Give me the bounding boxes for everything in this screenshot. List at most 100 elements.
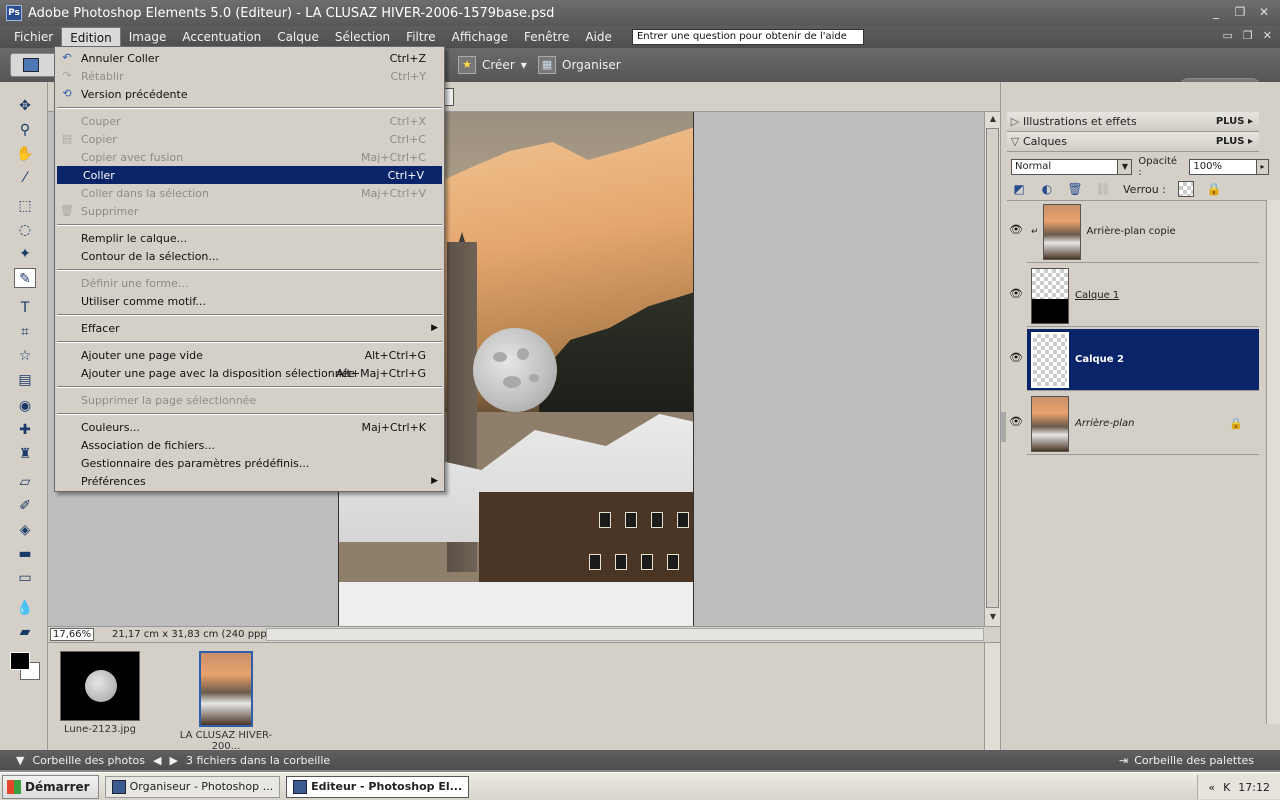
panel-collapse-handle[interactable] [1001,412,1006,442]
menu-item-contour-de-la-sélection[interactable]: Contour de la sélection... [55,247,444,265]
canvas-horizontal-scrollbar[interactable] [266,628,984,641]
canvas-vertical-scrollbar[interactable]: ▲ ▼ [984,112,1000,626]
sponge-tool-icon[interactable]: ▰ [14,622,36,642]
menu-item-ajouter-une-page-avec-la-disposition-sélectionnée[interactable]: Ajouter une page avec la disposition sél… [55,364,444,382]
menu-item-effacer[interactable]: Effacer ▶ [55,319,444,337]
layers-more-button[interactable]: PLUS ▸ [1216,136,1253,147]
blur-tool-icon[interactable]: 💧 [14,598,36,618]
taskbar-organizer[interactable]: Organiseur - Photoshop ... [104,775,281,798]
menu-image[interactable]: Image [121,27,175,47]
quick-fix-button[interactable] [10,53,58,77]
help-search-input[interactable]: Entrer une question pour obtenir de l'ai… [631,29,864,45]
organize-button[interactable]: ▦ Organiser [538,54,621,76]
healing-brush-tool-icon[interactable]: ✚ [14,420,36,440]
opacity-arrow-icon[interactable]: ▸ [1256,160,1269,174]
menu-affichage[interactable]: Affichage [444,27,516,47]
photo-bin-label[interactable]: Corbeille des photos [32,754,145,767]
layers-scrollbar[interactable] [1266,200,1280,724]
restore-icon[interactable]: ❐ [1232,4,1248,20]
visibility-eye-icon[interactable]: 👁 [1009,287,1023,301]
bin-thumbnail-clusaz[interactable]: LA CLUSAZ HIVER-200... [166,651,286,752]
brush-tool-icon[interactable]: ✐ [14,496,36,516]
layer-name: Calque 1 [1075,290,1120,301]
shape-tool-icon[interactable]: ☆ [14,346,36,366]
gradient-tool-icon[interactable]: ▬ [14,544,36,564]
magic-wand-tool-icon[interactable]: ✦ [14,244,36,264]
menu-item-coller[interactable]: Coller Ctrl+V [57,166,442,184]
bin-prev-icon[interactable]: ◀ [153,754,161,767]
zoom-field[interactable]: 17,66% [50,628,94,641]
menu-item-préférences[interactable]: Préférences ▶ [55,472,444,490]
scroll-thumb[interactable] [986,128,999,608]
layer-row[interactable]: 👁 Calque 1 [1009,265,1259,327]
menu-edition[interactable]: Edition [61,27,121,47]
layer-row[interactable]: 👁 Arrière-plan 🔒 [1009,393,1259,455]
doc-close-icon[interactable]: ✕ [1263,29,1272,42]
menu-fenetre[interactable]: Fenêtre [516,27,577,47]
keyboard-icon[interactable]: K [1223,781,1230,794]
bin-toggle-icon[interactable]: ▼ [16,754,24,767]
minimize-icon[interactable]: _ [1208,4,1224,20]
move-tool-icon[interactable]: ✥ [14,96,36,116]
adjustment-layer-icon[interactable]: ◐ [1039,181,1055,197]
crop-tool-icon[interactable]: ⌗ [14,322,36,342]
menu-filtre[interactable]: Filtre [398,27,443,47]
menu-selection[interactable]: Sélection [327,27,398,47]
menu-aide[interactable]: Aide [577,27,620,47]
menu-item-gestionnaire-des-paramètres-prédéfinis[interactable]: Gestionnaire des paramètres prédéfinis..… [55,454,444,472]
palette-bin-label[interactable]: Corbeille des palettes [1134,754,1254,767]
type-tool-icon[interactable]: T [14,298,36,318]
tray-expand-icon[interactable]: « [1208,781,1215,794]
bin-scrollbar[interactable] [984,643,1000,751]
zoom-tool-icon[interactable]: ⚲ [14,120,36,140]
menu-item-couleurs[interactable]: Couleurs... Maj+Ctrl+K [55,418,444,436]
start-button[interactable]: Démarrer [2,774,99,799]
trash-icon[interactable]: 🗑 [1067,181,1083,197]
bin-thumbnail-lune[interactable]: Lune-2123.jpg [60,651,140,735]
visibility-eye-icon[interactable]: 👁 [1009,351,1023,365]
visibility-eye-icon[interactable]: 👁 [1009,223,1023,237]
clone-stamp-tool-icon[interactable]: ♜ [14,444,36,464]
menu-item-annuler-coller[interactable]: ↶ Annuler Coller Ctrl+Z [55,49,444,67]
menu-item-association-de-fichiers[interactable]: Association de fichiers... [55,436,444,454]
menu-item-remplir-le-calque[interactable]: Remplir le calque... [55,229,444,247]
layers-panel-header[interactable]: ▽ Calques PLUS ▸ [1007,132,1259,152]
menu-calque[interactable]: Calque [269,27,327,47]
eyedropper-tool-icon[interactable]: ⁄ [14,168,36,188]
effects-more-button[interactable]: PLUS ▸ [1216,116,1253,127]
menu-item-ajouter-une-page-vide[interactable]: Ajouter une page vide Alt+Ctrl+G [55,346,444,364]
close-icon[interactable]: ✕ [1256,4,1272,20]
layer-row[interactable]: 👁 ↵ Arrière-plan copie [1009,201,1259,263]
lasso-tool-icon[interactable]: ◌ [14,220,36,240]
blend-mode-select[interactable]: Normal ▼ [1011,159,1133,175]
cookie-cutter-tool-icon[interactable]: ▤ [14,370,36,390]
menu-item-version-précédente[interactable]: ⟲ Version précédente [55,85,444,103]
brush-selection-tool-icon[interactable]: ✎ [14,268,36,288]
link-icon[interactable]: ⛓ [1095,181,1111,197]
foreground-color-swatch[interactable] [10,652,30,670]
marquee-tool-icon[interactable]: ⬚ [14,196,36,216]
scroll-up-icon[interactable]: ▲ [987,114,999,126]
eraser-tool-icon[interactable]: ▱ [14,472,36,492]
hand-tool-icon[interactable]: ✋ [14,144,36,164]
new-layer-icon[interactable]: ◩ [1011,181,1027,197]
layer-row[interactable]: 👁 Calque 2 [1009,329,1259,391]
rectangle-tool-icon[interactable]: ▭ [14,568,36,588]
doc-minimize-icon[interactable]: ▭ [1223,29,1233,42]
scroll-down-icon[interactable]: ▼ [987,612,999,624]
menu-item-utiliser-comme-motif[interactable]: Utiliser comme motif... [55,292,444,310]
taskbar-editor[interactable]: Editeur - Photoshop El... [286,775,470,798]
menu-fichier[interactable]: Fichier [6,27,61,47]
red-eye-tool-icon[interactable]: ◉ [14,396,36,416]
menu-accentuation[interactable]: Accentuation [174,27,269,47]
visibility-eye-icon[interactable]: 👁 [1009,415,1023,429]
lock-transparency-icon[interactable] [1177,181,1194,197]
doc-restore-icon[interactable]: ❐ [1243,29,1253,42]
effects-panel-header[interactable]: ▷ Illustrations et effets PLUS ▸ [1007,112,1259,132]
bin-next-icon[interactable]: ▶ [170,754,178,767]
opacity-field[interactable]: 100% ▸ [1189,159,1270,175]
lock-all-icon[interactable]: 🔒 [1206,181,1222,197]
create-button[interactable]: ★ Créer ▾ [458,54,527,76]
paint-bucket-tool-icon[interactable]: ◈ [14,520,36,540]
palette-bin-toggle-icon[interactable]: ⇥ [1119,754,1128,767]
